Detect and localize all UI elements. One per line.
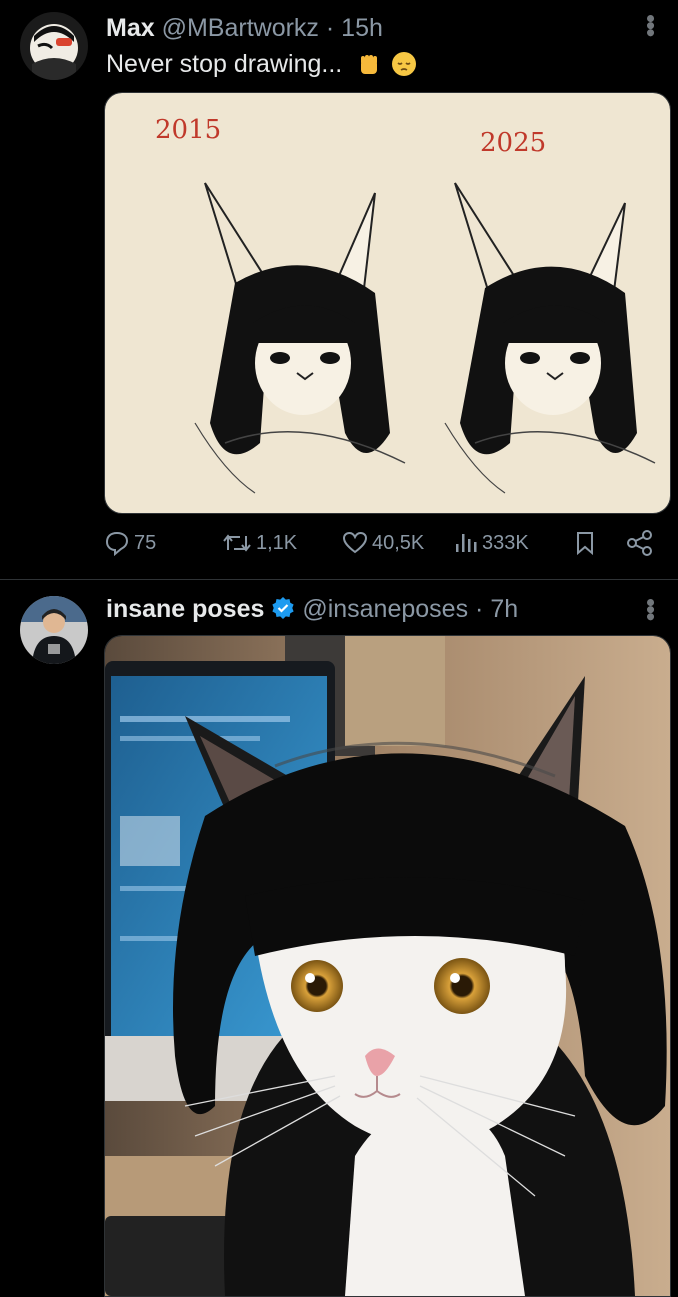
tweet-2[interactable]: insane poses @insaneposes · 7h ••• <box>0 580 678 1297</box>
tweet-media-cat-photo[interactable] <box>104 635 671 1297</box>
retweet-button[interactable]: 1,1K <box>222 530 297 556</box>
heart-icon <box>342 530 368 556</box>
bookmark-icon <box>574 530 596 556</box>
tweet-header: insane poses @insaneposes · 7h <box>106 595 518 627</box>
retweet-icon <box>222 530 252 556</box>
more-options-icon[interactable]: ••• <box>636 14 666 35</box>
display-name[interactable]: Max <box>106 14 155 42</box>
pensive-face-icon <box>390 50 418 85</box>
more-options-icon[interactable]: ••• <box>636 598 666 619</box>
reply-count: 75 <box>134 531 157 554</box>
timestamp[interactable]: 15h <box>341 14 383 42</box>
tweet-media-drawing[interactable]: 2015 2025 <box>104 92 671 514</box>
bookmark-button[interactable] <box>574 530 596 556</box>
views-button[interactable]: 333K <box>454 530 529 556</box>
avatar[interactable] <box>20 12 88 80</box>
tweet-text: Never stop drawing... <box>106 50 418 85</box>
avatar[interactable] <box>20 596 88 664</box>
year-label-right: 2025 <box>480 128 546 158</box>
like-count: 40,5K <box>372 531 425 554</box>
year-label-left: 2015 <box>155 115 221 145</box>
tweet-header: Max @MBartworkz · 15h <box>106 14 383 43</box>
reply-icon <box>104 530 130 556</box>
handle[interactable]: @insaneposes <box>302 595 468 623</box>
views-count: 333K <box>482 531 529 554</box>
retweet-count: 1,1K <box>256 531 298 554</box>
tweet-1[interactable]: Max @MBartworkz · 15h ••• Never stop dra… <box>0 0 678 580</box>
share-button[interactable] <box>626 530 654 556</box>
separator: · <box>325 14 335 42</box>
share-icon <box>626 530 654 556</box>
reply-button[interactable]: 75 <box>104 530 156 556</box>
views-icon <box>454 530 478 556</box>
verified-badge-icon <box>271 596 295 627</box>
raised-fist-icon <box>355 50 383 85</box>
separator: · <box>475 595 484 623</box>
handle[interactable]: @MBartworkz <box>162 14 319 42</box>
timestamp[interactable]: 7h <box>490 595 518 623</box>
like-button[interactable]: 40,5K <box>342 530 424 556</box>
display-name[interactable]: insane poses <box>106 595 264 623</box>
tweet-text-content: Never stop drawing... <box>106 50 343 78</box>
tweet-actions: 75 1,1K 40,5K 333K <box>104 530 664 566</box>
